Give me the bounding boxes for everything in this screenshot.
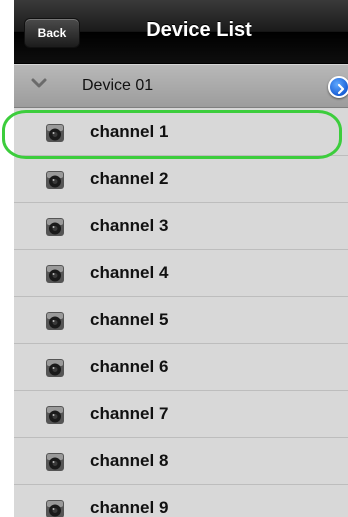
channel-row[interactable]: channel 4 xyxy=(14,250,348,297)
channel-label: channel 7 xyxy=(90,404,169,423)
camera-icon xyxy=(46,406,64,424)
camera-icon xyxy=(46,171,64,189)
chevron-down-icon[interactable] xyxy=(30,74,48,92)
channel-row[interactable]: channel 1 xyxy=(14,109,348,156)
channel-row[interactable]: channel 6 xyxy=(14,344,348,391)
channel-row[interactable]: channel 5 xyxy=(14,297,348,344)
camera-icon xyxy=(46,124,64,142)
channel-row[interactable]: channel 8 xyxy=(14,438,348,485)
channel-label: channel 8 xyxy=(90,451,169,470)
channel-label: channel 5 xyxy=(90,310,169,329)
channel-label: channel 9 xyxy=(90,498,169,517)
device-group-header[interactable]: Device 01 xyxy=(14,65,348,108)
back-button[interactable]: Back xyxy=(24,18,80,48)
camera-icon xyxy=(46,265,64,283)
channel-list: channel 1 channel 2 channel 3 channel 4 … xyxy=(14,109,348,517)
camera-icon xyxy=(46,453,64,471)
page-title: Device List xyxy=(146,19,252,41)
device-list-screen: Back Device List Device 01 channel 1 cha… xyxy=(14,0,348,517)
device-label: Device 01 xyxy=(82,77,154,94)
channel-row[interactable]: channel 3 xyxy=(14,203,348,250)
channel-row[interactable]: channel 9 xyxy=(14,485,348,517)
channel-row[interactable]: channel 2 xyxy=(14,156,348,203)
camera-icon xyxy=(46,312,64,330)
channel-row[interactable]: channel 7 xyxy=(14,391,348,438)
channel-label: channel 4 xyxy=(90,263,169,282)
detail-disclosure-icon[interactable] xyxy=(328,76,348,98)
channel-label: channel 3 xyxy=(90,216,169,235)
camera-icon xyxy=(46,218,64,236)
channel-label: channel 2 xyxy=(90,169,169,188)
channel-label: channel 1 xyxy=(90,122,169,141)
channel-label: channel 6 xyxy=(90,357,169,376)
camera-icon xyxy=(46,500,64,517)
camera-icon xyxy=(46,359,64,377)
navigation-bar: Back Device List xyxy=(14,0,348,64)
